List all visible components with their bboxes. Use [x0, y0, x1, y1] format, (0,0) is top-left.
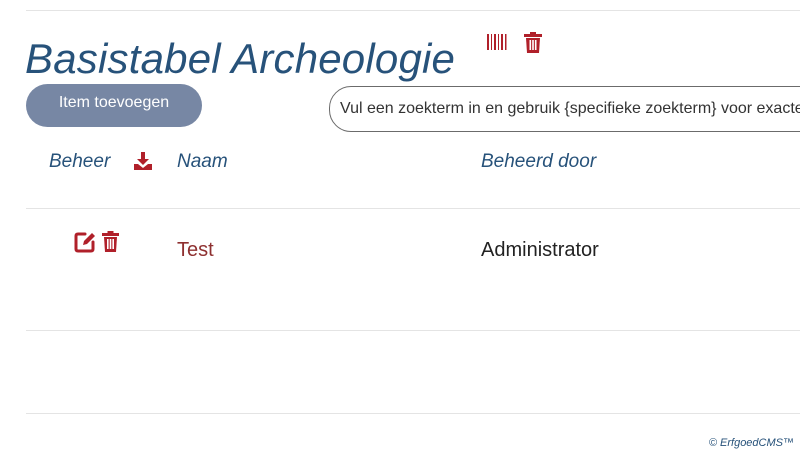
row-divider: [26, 330, 800, 331]
footer-divider: [26, 413, 800, 414]
barcode-icon[interactable]: [487, 34, 508, 50]
trash-icon[interactable]: [524, 32, 542, 53]
top-divider: [26, 10, 800, 11]
column-header-beheerd-door[interactable]: Beheerd door: [481, 150, 596, 174]
download-icon[interactable]: [134, 152, 152, 170]
footer-copyright: © ErfgoedCMS™: [708, 437, 794, 449]
header-divider: [26, 208, 800, 209]
row-managed-by: Administrator: [481, 239, 599, 261]
column-header-naam[interactable]: Naam: [177, 150, 228, 174]
search-input[interactable]: [329, 86, 800, 132]
edit-icon[interactable]: [74, 231, 96, 253]
row-name-link[interactable]: Test: [177, 238, 214, 262]
trash-icon[interactable]: [102, 231, 119, 252]
page: Basistabel Archeologie Item toevoegen Be…: [0, 0, 800, 471]
add-item-label: Item toevoegen: [58, 94, 170, 111]
add-item-button[interactable]: Item toevoegen: [26, 84, 202, 127]
column-header-beheer: Beheer: [49, 151, 111, 172]
page-title: Basistabel Archeologie: [25, 35, 456, 82]
